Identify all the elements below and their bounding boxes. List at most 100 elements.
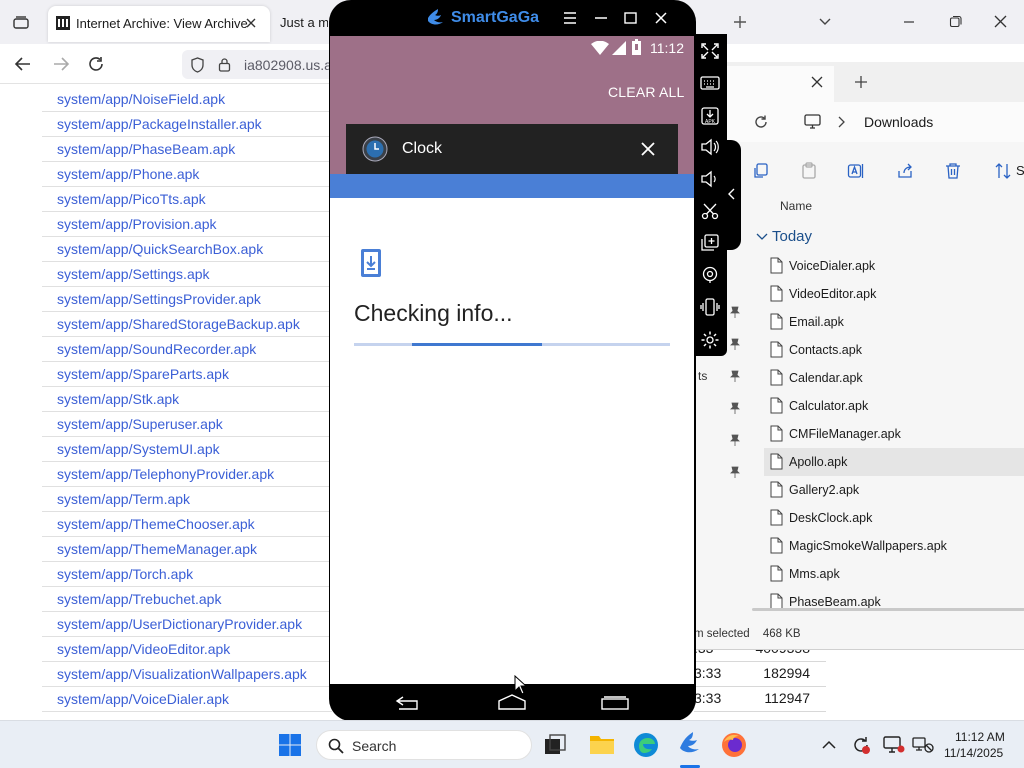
display-alert-icon[interactable] bbox=[883, 736, 905, 754]
restore-icon[interactable] bbox=[949, 15, 962, 28]
share-icon[interactable] bbox=[896, 162, 914, 180]
archive-file-link[interactable]: system/app/Settings.apk bbox=[42, 262, 332, 287]
android-back-icon[interactable] bbox=[395, 696, 421, 710]
tray-date[interactable]: 11/14/2025 bbox=[944, 746, 1003, 760]
archive-file-link[interactable]: system/app/Stk.apk bbox=[42, 387, 332, 412]
location-icon[interactable] bbox=[700, 266, 720, 284]
shield-icon[interactable] bbox=[190, 57, 205, 73]
shake-icon[interactable] bbox=[700, 298, 720, 316]
rename-icon[interactable] bbox=[847, 162, 865, 180]
edge-browser-icon[interactable] bbox=[633, 732, 659, 758]
group-today[interactable]: Today bbox=[772, 228, 812, 245]
pin-icon[interactable] bbox=[730, 466, 740, 478]
lock-icon[interactable] bbox=[218, 57, 231, 72]
archive-file-link[interactable]: system/app/SoundRecorder.apk bbox=[42, 337, 332, 362]
copy-icon[interactable] bbox=[752, 162, 770, 180]
url-bar[interactable]: ia802908.us.ar bbox=[182, 50, 342, 79]
windows-start-icon[interactable] bbox=[278, 733, 302, 757]
emulator-maximize-icon[interactable] bbox=[624, 12, 637, 24]
apk-install-icon[interactable]: APK bbox=[700, 106, 720, 126]
horizontal-scrollbar[interactable] bbox=[752, 608, 1024, 611]
android-recents-icon[interactable] bbox=[601, 696, 629, 710]
archive-file-link[interactable]: system/app/Term.apk bbox=[42, 487, 332, 512]
paste-icon[interactable] bbox=[800, 162, 818, 180]
computer-icon[interactable] bbox=[804, 114, 821, 130]
volume-down-icon[interactable] bbox=[700, 170, 720, 188]
emulator-menu-icon[interactable] bbox=[563, 12, 577, 24]
refresh-icon[interactable] bbox=[753, 114, 769, 130]
clear-all-button[interactable]: CLEAR ALL bbox=[608, 84, 685, 100]
pin-icon[interactable] bbox=[730, 338, 740, 350]
fullscreen-icon[interactable] bbox=[700, 42, 720, 60]
clock-app-card-header[interactable]: Clock bbox=[346, 124, 678, 174]
archive-file-link[interactable]: system/app/VoiceDialer.apk bbox=[42, 687, 332, 712]
pin-icon[interactable] bbox=[730, 402, 740, 414]
nav-pane-partial-label[interactable]: ts bbox=[698, 369, 707, 383]
explorer-file-row[interactable]: MagicSmokeWallpapers.apk bbox=[764, 532, 1024, 560]
android-home-icon[interactable] bbox=[498, 694, 526, 710]
dismiss-card-icon[interactable] bbox=[641, 142, 655, 156]
archive-file-link[interactable]: system/app/SystemUI.apk bbox=[42, 437, 332, 462]
close-explorer-tab-icon[interactable] bbox=[811, 76, 823, 88]
network-disconnected-icon[interactable] bbox=[912, 736, 934, 754]
back-arrow-icon[interactable] bbox=[14, 56, 32, 72]
sort-label[interactable]: S bbox=[1016, 163, 1024, 178]
emulator-close-icon[interactable] bbox=[655, 12, 667, 24]
close-window-icon[interactable] bbox=[994, 15, 1007, 28]
settings-gear-icon[interactable] bbox=[700, 330, 720, 350]
archive-file-link[interactable]: system/app/PackageInstaller.apk bbox=[42, 112, 332, 137]
sort-icon[interactable] bbox=[994, 162, 1012, 180]
archive-file-link[interactable]: system/app/SpareParts.apk bbox=[42, 362, 332, 387]
close-tab-icon[interactable] bbox=[244, 16, 258, 30]
archive-file-link[interactable]: system/app/PicoTts.apk bbox=[42, 187, 332, 212]
task-view-icon[interactable] bbox=[544, 734, 566, 756]
pin-icon[interactable] bbox=[730, 370, 740, 382]
tray-chevron-up-icon[interactable] bbox=[822, 740, 836, 750]
minimize-icon[interactable] bbox=[903, 16, 915, 28]
explorer-file-row[interactable]: Apollo.apk bbox=[764, 448, 1024, 476]
archive-file-link[interactable]: system/app/VideoEditor.apk bbox=[42, 637, 332, 662]
breadcrumb-downloads[interactable]: Downloads bbox=[864, 114, 933, 130]
explorer-file-row[interactable]: CMFileManager.apk bbox=[764, 420, 1024, 448]
column-header-name[interactable]: Name bbox=[780, 199, 812, 213]
archive-file-link[interactable]: system/app/VisualizationWallpapers.apk bbox=[42, 662, 332, 687]
archive-file-link[interactable]: system/app/Torch.apk bbox=[42, 562, 332, 587]
explorer-file-row[interactable]: DeskClock.apk bbox=[764, 504, 1024, 532]
delete-icon[interactable] bbox=[944, 162, 962, 180]
explorer-file-row[interactable]: Calculator.apk bbox=[764, 392, 1024, 420]
firefox-icon[interactable] bbox=[721, 732, 747, 758]
explorer-file-row[interactable]: Gallery2.apk bbox=[764, 476, 1024, 504]
collapse-sidebar-tab[interactable] bbox=[723, 140, 741, 250]
explorer-file-row[interactable]: PhaseBeam.apk bbox=[764, 588, 1024, 616]
archive-file-link[interactable]: system/app/ThemeChooser.apk bbox=[42, 512, 332, 537]
explorer-file-row[interactable]: Contacts.apk bbox=[764, 336, 1024, 364]
archive-file-link[interactable]: system/app/QuickSearchBox.apk bbox=[42, 237, 332, 262]
emulator-minimize-icon[interactable] bbox=[595, 17, 607, 19]
tab-internet-archive[interactable]: Internet Archive: View Archive bbox=[48, 6, 270, 42]
explorer-file-row[interactable]: Calendar.apk bbox=[764, 364, 1024, 392]
tab-overview-icon[interactable] bbox=[12, 14, 30, 30]
pin-icon[interactable] bbox=[730, 306, 740, 318]
archive-file-link[interactable]: system/app/NoiseField.apk bbox=[42, 87, 332, 112]
new-tab-icon[interactable] bbox=[732, 14, 748, 30]
file-explorer-taskbar-icon[interactable] bbox=[589, 733, 615, 755]
chevron-down-icon[interactable] bbox=[818, 15, 832, 27]
taskbar-search-box[interactable]: Search bbox=[316, 730, 532, 760]
archive-file-link[interactable]: system/app/TelephonyProvider.apk bbox=[42, 462, 332, 487]
archive-file-link[interactable]: system/app/UserDictionaryProvider.apk bbox=[42, 612, 332, 637]
explorer-file-row[interactable]: Email.apk bbox=[764, 308, 1024, 336]
smartgaga-taskbar-icon[interactable] bbox=[677, 731, 703, 757]
tray-time[interactable]: 11:12 AM bbox=[955, 730, 1005, 744]
archive-file-link[interactable]: system/app/Trebuchet.apk bbox=[42, 587, 332, 612]
tab-just-a-moment[interactable]: Just a mo bbox=[280, 15, 328, 30]
new-explorer-tab-icon[interactable] bbox=[854, 75, 868, 89]
archive-file-link[interactable]: system/app/SharedStorageBackup.apk bbox=[42, 312, 332, 337]
sync-alert-icon[interactable] bbox=[851, 735, 871, 755]
archive-file-link[interactable]: system/app/SettingsProvider.apk bbox=[42, 287, 332, 312]
volume-up-icon[interactable] bbox=[700, 138, 720, 156]
archive-file-link[interactable]: system/app/Superuser.apk bbox=[42, 412, 332, 437]
reload-icon[interactable] bbox=[87, 55, 105, 73]
archive-file-link[interactable]: system/app/ThemeManager.apk bbox=[42, 537, 332, 562]
explorer-file-row[interactable]: VideoEditor.apk bbox=[764, 280, 1024, 308]
forward-arrow-icon[interactable] bbox=[52, 56, 70, 72]
